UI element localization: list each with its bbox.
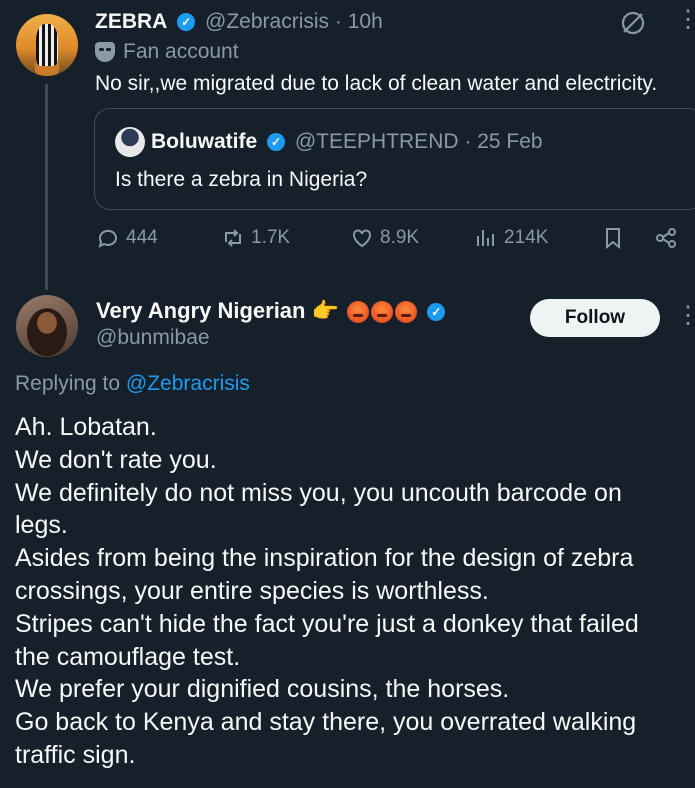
reply-line: We definitely do not miss you, you uncou… [15,478,622,540]
quoted-tweet[interactable] [94,108,695,210]
verified-badge-icon: ✓ [267,133,286,152]
zebra-avatar[interactable] [16,14,78,76]
like-count: 8.9K [380,227,420,248]
reply-line: Go back to Kenya and stay there, you ove… [15,708,637,769]
reply-line: We prefer your dignified cousins, the ho… [15,675,510,704]
fan-account-label: Fan account [95,40,239,64]
bookmark-icon [606,228,620,250]
reply-text: Ah. Lobatan. We don't rate you. We defin… [15,411,680,772]
tweet-time[interactable]: · 10h [335,10,383,33]
replying-handle-link[interactable]: @Zebracrisis [126,372,250,395]
more-options-icon[interactable]: ⋮ [676,304,695,328]
reply-line: Stripes can't hide the fact you're just … [15,609,639,671]
follow-button[interactable]: Follow [530,299,660,337]
quote-time: · 25 Feb [464,130,543,153]
angry-face-emoji [347,301,370,324]
reply-author-name[interactable]: Very Angry Nigerian [96,298,305,323]
like-button[interactable]: 8.9K [350,226,419,250]
share-icon [656,228,676,248]
quote-author-name: Boluwatife [151,130,258,153]
share-button[interactable] [654,226,678,250]
heart-icon [353,229,371,248]
reply-icon [98,229,117,248]
angry-face-emoji [371,301,394,324]
tweet-header: ZEBRA ✓ @Zebracrisis · 10h [95,10,383,34]
quote-avatar [115,127,145,157]
views-icon [477,230,494,246]
repost-button[interactable]: 1.7K [221,226,290,250]
reply-button[interactable]: 444 [96,226,158,250]
replying-prefix: Replying to [15,372,121,395]
repost-icon [225,229,241,247]
reply-count: 444 [126,227,158,248]
fan-account-text: Fan account [123,40,239,63]
grok-icon[interactable] [620,10,646,36]
angry-face-emoji [395,301,418,324]
thread-line [45,84,48,290]
bookmark-button[interactable] [601,226,625,250]
author-name[interactable]: ZEBRA [95,10,167,33]
verified-badge-icon: ✓ [177,13,196,32]
quote-author-handle: @TEEPHTREND [294,130,459,153]
reply-line: We don't rate you. [15,445,217,474]
reply-avatar[interactable] [16,295,78,357]
reply-line: Asides from being the inspiration for th… [15,544,634,605]
author-handle[interactable]: @Zebracrisis [205,10,329,33]
verified-badge-icon: ✓ [427,303,446,322]
pointing-right-emoji: 👉 [311,298,340,323]
more-options-icon[interactable]: ⋮ [676,8,695,32]
theater-mask-icon [95,42,115,63]
quote-header: Boluwatife ✓ @TEEPHTREND · 25 Feb [151,130,543,154]
replying-to: Replying to @Zebracrisis [15,372,250,396]
views-button[interactable]: 214K [474,226,548,250]
views-count: 214K [504,227,549,248]
repost-count: 1.7K [251,227,291,248]
reply-author-row: Very Angry Nigerian 👉 ✓ [96,298,449,324]
tweet-text: No sir,,we migrated due to lack of clean… [95,72,658,95]
quote-text: Is there a zebra in Nigeria? [115,168,368,191]
reply-line: Ah. Lobatan. [15,413,157,441]
reply-author-handle[interactable]: @bunmibae [96,326,210,350]
